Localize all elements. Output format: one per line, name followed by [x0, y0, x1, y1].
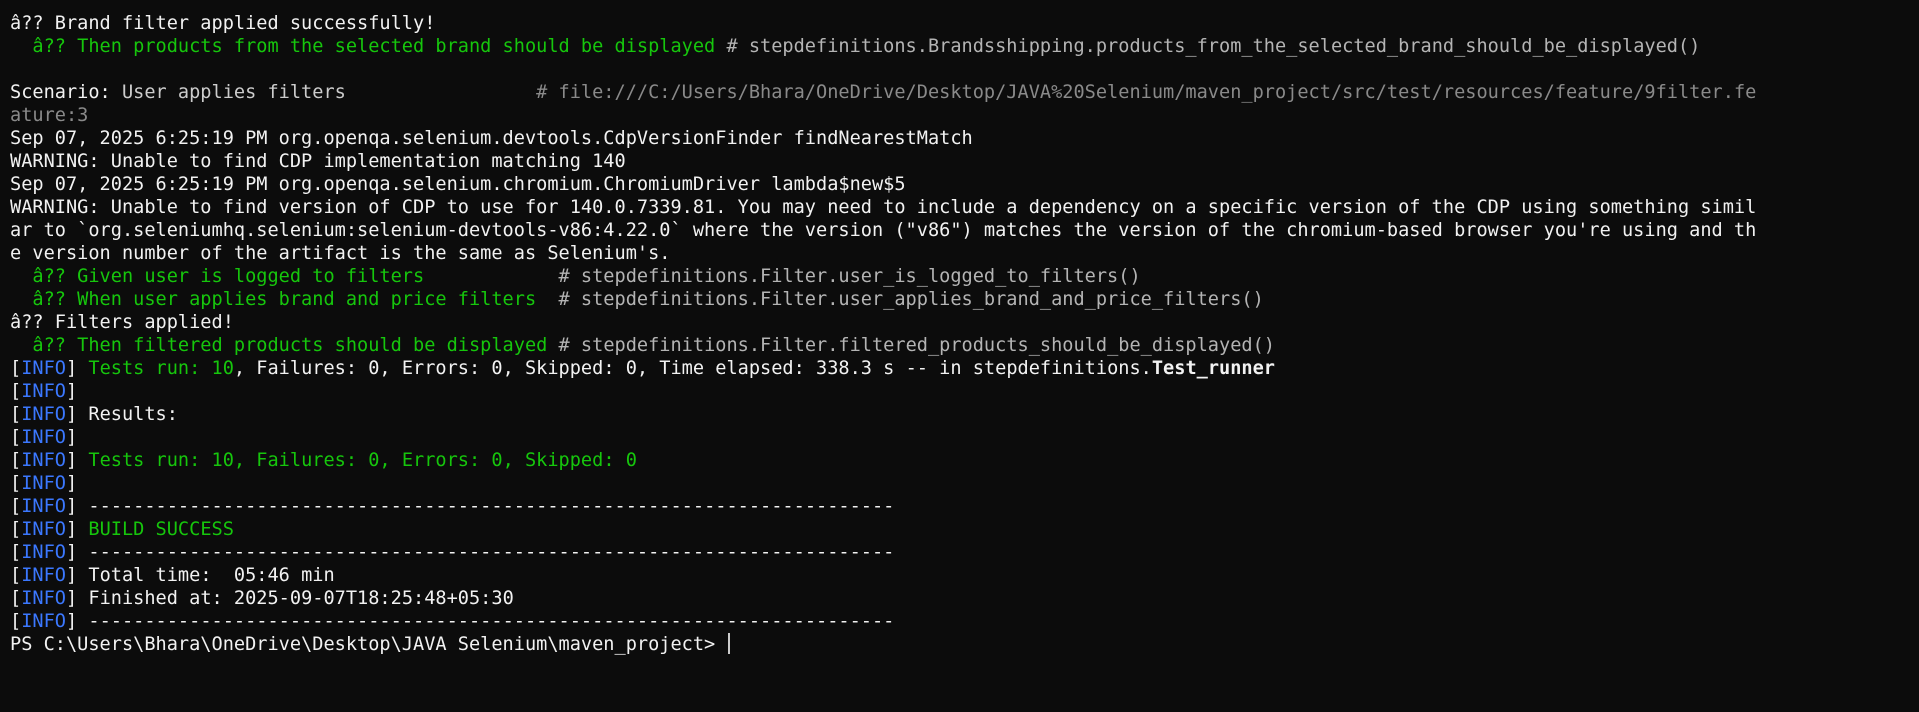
tests-run-label: Tests run: [88, 358, 212, 379]
info-bracket: [ [10, 427, 22, 448]
output-line: â?? Filters applied! [10, 311, 1919, 334]
output-line: WARNING: Unable to find version of CDP t… [10, 196, 1919, 219]
output-line: Sep 07, 2025 6:25:19 PM org.openqa.selen… [10, 127, 1919, 150]
info-line: [INFO] ---------------------------------… [10, 610, 1919, 633]
info-bracket: ] [65, 473, 78, 494]
warning-line: ar to `org.seleniumhq.selenium:selenium-… [10, 220, 1757, 241]
info-bracket: [ [10, 450, 22, 471]
info-bracket: [ [10, 404, 22, 425]
info-bracket: ] [65, 427, 78, 448]
info-tag: INFO [21, 588, 66, 609]
output-line: Scenario: User applies filters # file://… [10, 81, 1919, 104]
warning-line: e version number of the artifact is the … [10, 243, 671, 264]
step-text: â?? When user applies brand and price fi… [10, 289, 559, 310]
info-bracket: ] [65, 542, 89, 563]
output-line: WARNING: Unable to find CDP implementati… [10, 150, 1919, 173]
warning-line: WARNING: Unable to find CDP implementati… [10, 151, 626, 172]
info-bracket: [ [10, 496, 22, 517]
log-line: Sep 07, 2025 6:25:19 PM org.openqa.selen… [10, 174, 906, 195]
info-tag: INFO [21, 427, 66, 448]
separator: ----------------------------------------… [88, 611, 895, 632]
results-label: Results: [88, 404, 178, 425]
info-line: [INFO] ---------------------------------… [10, 541, 1919, 564]
info-bracket: ] [65, 381, 78, 402]
info-tag: INFO [21, 358, 66, 379]
step-text: â?? Then products from the selected bran… [10, 36, 716, 57]
info-bracket: [ [10, 519, 22, 540]
scenario-title: User applies filters [110, 82, 537, 103]
scenario-keyword: Scenario: [10, 82, 111, 103]
info-line: [INFO] Finished at: 2025-09-07T18:25:48+… [10, 587, 1919, 610]
step-text: â?? Given user is logged to filters [10, 266, 559, 287]
total-time: Total time: 05:46 min [88, 565, 335, 586]
output-line: â?? Brand filter applied successfully! [10, 12, 1919, 35]
info-tag: INFO [21, 450, 66, 471]
step-comment: # stepdefinitions.Filter.filtered_produc… [547, 335, 1275, 356]
info-tag: INFO [21, 496, 66, 517]
separator: ----------------------------------------… [88, 496, 895, 517]
output-line: â?? Then filtered products should be dis… [10, 334, 1919, 357]
info-line: [INFO] [10, 426, 1919, 449]
info-bracket: [ [10, 542, 22, 563]
info-tag: INFO [21, 404, 66, 425]
info-bracket: [ [10, 381, 22, 402]
info-bracket: [ [10, 611, 22, 632]
output-line: ature:3 [10, 104, 1919, 127]
warning-line: WARNING: Unable to find version of CDP t… [10, 197, 1757, 218]
info-bracket: [ [10, 358, 22, 379]
info-bracket: [ [10, 588, 22, 609]
info-bracket: ] [65, 588, 89, 609]
info-bracket: [ [10, 565, 22, 586]
finished-at: Finished at: 2025-09-07T18:25:48+05:30 [88, 588, 514, 609]
build-success: BUILD SUCCESS [88, 519, 234, 540]
info-line: [INFO] ---------------------------------… [10, 495, 1919, 518]
terminal-window[interactable]: â?? Brand filter applied successfully! â… [0, 0, 1919, 712]
tests-summary: , Failures: 0, Errors: 0, Skipped: 0, Ti… [233, 358, 1152, 379]
info-tag: INFO [21, 611, 66, 632]
info-line: [INFO] [10, 472, 1919, 495]
scenario-comment-wrap: ature:3 [10, 105, 89, 126]
info-tag: INFO [21, 473, 66, 494]
prompt-line[interactable]: PS C:\Users\Bhara\OneDrive\Desktop\JAVA … [10, 633, 1919, 656]
text-cursor [728, 633, 731, 654]
step-comment: # stepdefinitions.Brandsshipping.product… [715, 36, 1701, 57]
info-tag: INFO [21, 381, 66, 402]
info-bracket: ] [65, 404, 89, 425]
output-line: e version number of the artifact is the … [10, 242, 1919, 265]
info-bracket: [ [10, 473, 22, 494]
info-bracket: ] [65, 496, 89, 517]
shell-prompt: PS C:\Users\Bhara\OneDrive\Desktop\JAVA … [10, 634, 727, 655]
output-line: Sep 07, 2025 6:25:19 PM org.openqa.selen… [10, 173, 1919, 196]
test-runner-name: Test_runner [1151, 358, 1275, 379]
info-line: [INFO] Tests run: 10, Failures: 0, Error… [10, 357, 1919, 380]
info-bracket: ] [65, 565, 89, 586]
log-line: Sep 07, 2025 6:25:19 PM org.openqa.selen… [10, 128, 973, 149]
info-tag: INFO [21, 565, 66, 586]
output-line: â?? Given user is logged to filters # st… [10, 265, 1919, 288]
output-line: â?? Then products from the selected bran… [10, 35, 1919, 58]
step-comment: # stepdefinitions.Filter.user_applies_br… [558, 289, 1264, 310]
step-comment: # stepdefinitions.Filter.user_is_logged_… [558, 266, 1141, 287]
filters-applied-message: â?? Filters applied! [10, 312, 234, 333]
scenario-comment: # file:///C:/Users/Bhara/OneDrive/Deskto… [536, 82, 1757, 103]
info-line: [INFO] [10, 380, 1919, 403]
info-line: [INFO] Results: [10, 403, 1919, 426]
tests-run-value: 10 [211, 358, 234, 379]
info-tag: INFO [21, 519, 66, 540]
info-tag: INFO [21, 542, 66, 563]
output-line: â?? When user applies brand and price fi… [10, 288, 1919, 311]
separator: ----------------------------------------… [88, 542, 895, 563]
info-bracket: ] [65, 611, 89, 632]
tests-totals: Tests run: 10, Failures: 0, Errors: 0, S… [88, 450, 637, 471]
info-line: [INFO] BUILD SUCCESS [10, 518, 1919, 541]
info-line: [INFO] Tests run: 10, Failures: 0, Error… [10, 449, 1919, 472]
info-line: [INFO] Total time: 05:46 min [10, 564, 1919, 587]
step-text: â?? Then filtered products should be dis… [10, 335, 548, 356]
output-line: ar to `org.seleniumhq.selenium:selenium-… [10, 219, 1919, 242]
brand-filter-message: â?? Brand filter applied successfully! [10, 13, 436, 34]
info-bracket: ] [65, 358, 89, 379]
info-bracket: ] [65, 450, 89, 471]
info-bracket: ] [65, 519, 89, 540]
